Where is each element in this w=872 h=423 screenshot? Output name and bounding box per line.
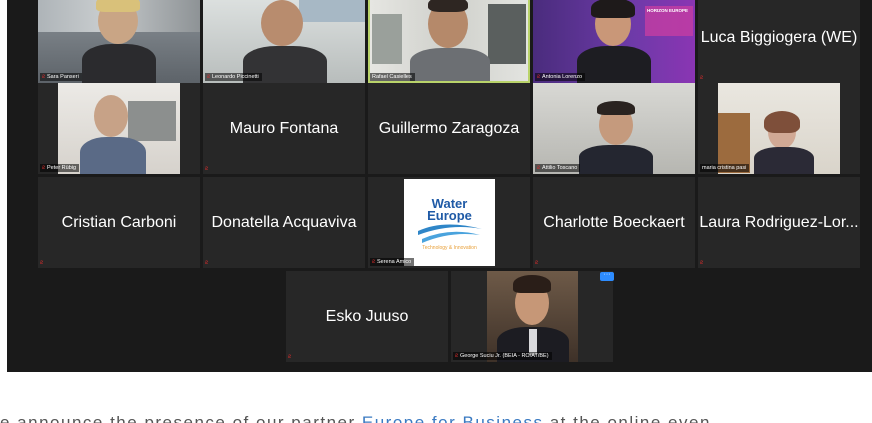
more-options-icon[interactable]: ··· <box>600 271 614 281</box>
video-tile-attilio-toscano[interactable]: ƨ Attilio Toscano <box>533 83 695 174</box>
water-europe-logo: Water Europe Technology & Innovation <box>404 179 495 266</box>
video-tile-george-suciu[interactable]: ƨ George Suciu Jr. (BEIA - RO/AT/BE) <box>451 271 613 362</box>
participant-name-label: ƨ George Suciu Jr. (BEIA - RO/AT/BE) <box>453 352 552 360</box>
video-tile-rafael-casielles[interactable]: Rafael Casielles <box>368 0 530 83</box>
microphone-muted-icon: ƨ <box>40 260 43 266</box>
europe-for-business-link[interactable]: Europe for Business <box>362 413 544 423</box>
microphone-muted-icon: ƨ <box>207 74 210 80</box>
participant-name: Esko Juuso <box>325 307 409 325</box>
participant-name-label: ƨ Serena Amico <box>370 258 415 266</box>
video-tile-sara-panseri[interactable]: ƨ Sara Panseri <box>38 0 200 83</box>
microphone-muted-icon: ƨ <box>42 74 45 80</box>
microphone-muted-icon: ƨ <box>700 75 703 81</box>
video-tile-charlotte-boeckaert[interactable]: Charlotte Boeckaert ƨ <box>533 177 695 268</box>
microphone-muted-icon: ƨ <box>535 260 538 266</box>
participant-name-label: ƨ Peter Rübig <box>40 164 80 172</box>
backdrop-text: HORIZON EUROPE <box>647 8 689 13</box>
participant-video <box>718 83 840 174</box>
participant-name-label: maria cristina pasi <box>700 164 750 172</box>
video-tile-mauro-fontana[interactable]: Mauro Fontana ƨ <box>203 83 365 174</box>
video-tile-cristian-carboni[interactable]: Cristian Carboni ƨ <box>38 177 200 268</box>
participant-name-label: Rafael Casielles <box>370 73 415 81</box>
participant-name-label: ƨ Antonia Lorenzo <box>535 73 586 81</box>
microphone-muted-icon: ƨ <box>205 260 208 266</box>
microphone-muted-icon: ƨ <box>372 259 375 265</box>
video-tile-antonia-lorenzo[interactable]: HORIZON EUROPE ƨ Antonia Lorenzo <box>533 0 695 83</box>
participant-name-label: ƨ Leonardo Piccinetti <box>205 73 262 81</box>
caption-text-before: e announce the presence of our partner <box>0 413 362 423</box>
participant-name: Charlotte Boeckaert <box>543 213 685 231</box>
participant-video <box>58 83 180 174</box>
video-tile-guillermo-zaragoza[interactable]: Guillermo Zaragoza <box>368 83 530 174</box>
participant-video: HORIZON EUROPE <box>533 0 695 83</box>
video-tile-esko-juuso[interactable]: Esko Juuso ƨ <box>286 271 448 362</box>
participant-name: Donatella Acquaviva <box>211 213 357 231</box>
video-tile-luca-biggiogera[interactable]: Luca Biggiogera (WE) ƨ <box>698 0 860 83</box>
video-tile-maria-cristina-pasi[interactable]: maria cristina pasi <box>698 83 860 174</box>
microphone-muted-icon: ƨ <box>288 354 291 360</box>
participant-name: Mauro Fontana <box>229 119 339 137</box>
video-gallery: ƨ Sara Panseri ƨ Leonardo Piccinetti Rafae… <box>7 0 872 372</box>
participant-name: Laura Rodriguez-Lor... <box>699 213 859 231</box>
microphone-muted-icon: ƨ <box>42 165 45 171</box>
participant-name: Guillermo Zaragoza <box>378 119 520 137</box>
participant-video <box>370 0 528 81</box>
participant-name: Cristian Carboni <box>61 213 177 231</box>
microphone-muted-icon: ƨ <box>205 166 208 172</box>
microphone-muted-icon: ƨ <box>455 353 458 359</box>
caption-text-after: at the online even <box>543 413 711 423</box>
video-tile-donatella-acquaviva[interactable]: Donatella Acquaviva ƨ <box>203 177 365 268</box>
video-tile-laura-rodriguez[interactable]: Laura Rodriguez-Lor... ƨ <box>698 177 860 268</box>
participant-video <box>487 271 578 362</box>
participant-name: Luca Biggiogera (WE) <box>700 28 858 46</box>
participant-video <box>203 0 365 83</box>
microphone-muted-icon: ƨ <box>700 260 703 266</box>
participant-name-label: ƨ Attilio Toscano <box>535 164 581 172</box>
microphone-muted-icon: ƨ <box>537 74 540 80</box>
participant-name-label: ƨ Sara Panseri <box>40 73 82 81</box>
microphone-muted-icon: ƨ <box>537 165 540 171</box>
article-caption-text: e announce the presence of our partner E… <box>0 410 872 423</box>
video-tile-serena-amico[interactable]: Water Europe Technology & Innovation ƨ Se… <box>368 177 530 268</box>
video-tile-leonardo-piccinetti[interactable]: ƨ Leonardo Piccinetti <box>203 0 365 83</box>
wave-icon <box>418 224 482 243</box>
video-tile-peter-rubig[interactable]: ƨ Peter Rübig <box>38 83 200 174</box>
participant-video <box>533 83 695 174</box>
participant-video <box>38 0 200 83</box>
